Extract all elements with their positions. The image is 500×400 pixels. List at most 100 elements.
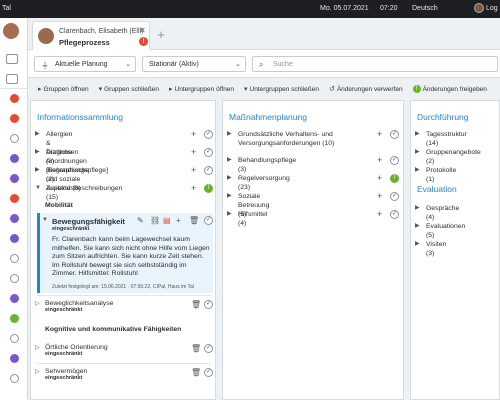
check-icon[interactable]: ✓ — [390, 130, 399, 139]
new-tab-button[interactable]: + — [154, 28, 168, 42]
chevron-down-icon: ▾ — [98, 86, 103, 93]
add-icon[interactable]: + — [377, 130, 382, 139]
trash-icon[interactable]: 🗑 — [189, 216, 199, 225]
check-status-icon[interactable] — [10, 134, 19, 143]
add-icon[interactable]: + — [377, 174, 382, 183]
clock-status-icon[interactable] — [10, 254, 19, 263]
add-icon[interactable]: + — [191, 166, 196, 175]
list-item[interactable]: ▷ Beweglichkeitsanalyse eingeschränkt — [35, 300, 113, 313]
check-icon[interactable]: ✓ — [204, 166, 213, 175]
info-heading: Informationssammlung — [37, 112, 123, 122]
info-status-icon[interactable] — [10, 214, 19, 223]
check-icon[interactable]: ✓ — [390, 210, 399, 219]
info-status-icon[interactable] — [10, 174, 19, 183]
user-avatar-icon — [474, 3, 484, 13]
search-input[interactable]: ⌕ Suche — [252, 56, 498, 72]
check-icon[interactable]: ✓ — [204, 368, 213, 377]
stay-select[interactable]: Stationär (Aktiv) ⌄ — [142, 56, 246, 72]
add-icon[interactable]: + — [191, 184, 196, 193]
document-icon[interactable]: ▤ — [163, 216, 171, 225]
selected-entry[interactable]: ▼ Bewegungsfähigkeit eingeschränkt Fr. C… — [37, 213, 213, 293]
discard-label: Änderungen verwerfen — [336, 85, 403, 93]
item-status: eingeschränkt — [45, 351, 83, 357]
chevron-down-icon: ▼ — [35, 185, 41, 191]
release-icon: ! — [412, 85, 421, 93]
check-icon[interactable]: ✓ — [204, 300, 213, 309]
open-subgroups-button[interactable]: ▸ Untergruppen öffnen — [169, 85, 234, 94]
trash-icon[interactable]: 🗑 — [191, 300, 201, 309]
app-name: Tal — [2, 5, 11, 12]
close-icon[interactable]: ✕ — [139, 26, 146, 35]
alert-status-icon[interactable] — [10, 194, 19, 203]
time-display: 07:20 — [380, 5, 398, 12]
undo-icon: ↺ — [328, 86, 335, 93]
check-icon[interactable]: ✓ — [204, 148, 213, 157]
language-selector[interactable]: Deutsch — [412, 5, 438, 12]
release-changes-button[interactable]: ! Änderungen freigeben — [412, 85, 487, 93]
list-item-label: Behandlungspflege (3) — [238, 157, 297, 173]
trash-icon[interactable]: 🗑 — [191, 344, 201, 353]
entry-meta: Zuletzt festgelegt am: 15.06.2021 · 07:5… — [52, 284, 194, 290]
info-status-icon[interactable] — [10, 154, 19, 163]
chevron-right-icon: ▶ — [227, 211, 232, 217]
info-collection-panel: Informationssammlung ▶ Allergien & Diagno… — [30, 100, 216, 400]
check-status-icon[interactable] — [10, 374, 19, 383]
alert-status-icon[interactable] — [10, 94, 19, 103]
edit-icon[interactable]: ✎ — [137, 216, 144, 225]
trash-icon[interactable]: 🗑 — [191, 368, 201, 377]
chevron-right-icon: ▶ — [35, 131, 40, 137]
action-toolbar: ▸ Gruppen öffnen ▾ Gruppen schließen ▸ Unte… — [28, 80, 500, 98]
clock-status-icon[interactable] — [10, 274, 19, 283]
alert-status-icon[interactable]: ! — [390, 174, 399, 183]
chevron-right-icon: ▶ — [227, 131, 232, 137]
add-icon[interactable]: + — [191, 148, 196, 157]
check-icon[interactable]: ✓ — [204, 344, 213, 353]
list-icon[interactable] — [6, 54, 18, 64]
info-status-icon[interactable] — [10, 294, 19, 303]
check-icon[interactable]: ✓ — [390, 156, 399, 165]
chevron-down-icon: ⌄ — [235, 61, 241, 68]
close-subgroups-button[interactable]: ▾ Untergruppen schließen — [244, 85, 319, 94]
add-icon[interactable]: + — [176, 216, 181, 225]
logout-label: Log — [486, 4, 498, 12]
link-icon[interactable]: ⛓ — [150, 216, 160, 225]
alert-status-icon[interactable] — [10, 114, 19, 123]
close-groups-button[interactable]: ▾ Gruppen schließen — [98, 85, 159, 94]
check-icon[interactable]: ✓ — [204, 130, 213, 139]
check-icon[interactable]: ✓ — [390, 192, 399, 201]
patient-avatar — [38, 28, 54, 44]
chevron-down-icon: ▼ — [42, 217, 48, 223]
chevron-right-icon: ▶ — [227, 175, 232, 181]
info-status-icon[interactable] — [10, 354, 19, 363]
ok-status-icon[interactable] — [10, 314, 19, 323]
check-status-icon[interactable] — [10, 334, 19, 343]
alert-status-icon[interactable]: ! — [204, 184, 213, 193]
add-icon[interactable]: + — [377, 210, 382, 219]
filter-icon[interactable] — [6, 74, 18, 84]
list-item[interactable]: ▷ Sehvermögen eingeschränkt — [35, 368, 87, 381]
account-menu[interactable]: Log — [474, 3, 498, 13]
list-item[interactable]: ▷ Örtliche Orientierung eingeschränkt — [35, 344, 108, 357]
item-status: eingeschränkt — [45, 375, 83, 381]
tab-pflegeprozess[interactable]: Clarenbach, Elisabeth (Elli) Pflegeproze… — [32, 21, 150, 50]
chevron-right-icon: ▶ — [415, 131, 420, 137]
chevron-down-icon: ▾ — [244, 86, 248, 93]
filter-bar: ⏚ Aktuelle Planung ⌄ Stationär (Aktiv) ⌄… — [28, 50, 500, 78]
open-groups-label: Gruppen öffnen — [43, 85, 89, 93]
measures-panel: Maßnahmenplanung ▶ Grundsätzliche Verhalt… — [222, 100, 404, 400]
add-icon[interactable]: + — [377, 192, 382, 201]
resident-avatar[interactable] — [3, 23, 19, 39]
rail-divider — [0, 88, 28, 89]
execution-heading: Durchführung — [417, 112, 469, 122]
filter-icon: ⏚ — [41, 61, 49, 70]
add-icon[interactable]: + — [191, 130, 196, 139]
add-icon[interactable]: + — [377, 156, 382, 165]
discard-changes-button[interactable]: ↺ Änderungen verwerfen — [328, 85, 403, 94]
measures-heading: Maßnahmenplanung — [229, 112, 307, 122]
chevron-right-icon: ▶ — [35, 149, 40, 155]
stay-value: Stationär (Aktiv) — [149, 61, 199, 68]
open-groups-button[interactable]: ▸ Gruppen öffnen — [38, 85, 89, 94]
planning-select[interactable]: ⏚ Aktuelle Planung ⌄ — [34, 56, 136, 72]
check-icon[interactable]: ✓ — [204, 216, 213, 225]
info-status-icon[interactable] — [10, 234, 19, 243]
